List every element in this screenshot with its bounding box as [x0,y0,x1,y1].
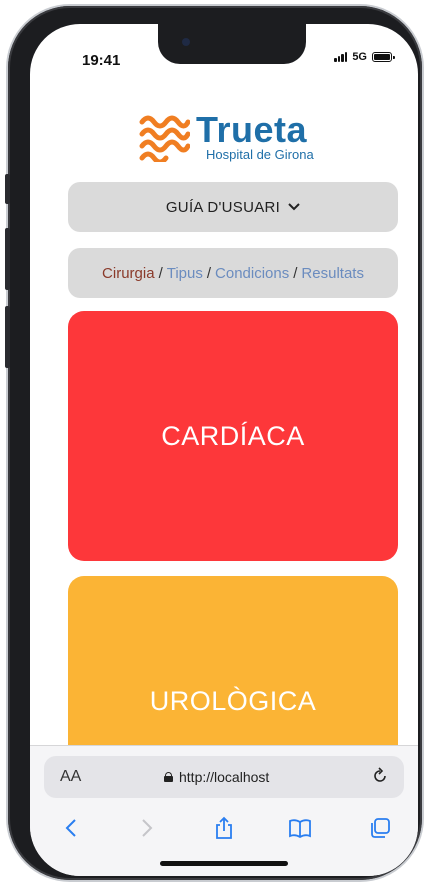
user-guide-label: GUÍA D'USUARI [165,198,281,216]
home-indicator[interactable] [160,861,288,866]
phone-frame: 19:41 5G Trueta Hospital de Girona GUÍA … [5,6,422,880]
text-size-label: AA [60,768,82,785]
forward-icon[interactable] [134,816,158,840]
card-cardiaca-label: CARDÍACA [161,420,305,451]
address-bar[interactable]: AA http://localhost [44,756,404,798]
hospital-logo: Trueta Hospital de Girona [138,112,314,162]
user-guide-button[interactable]: GUÍA D'USUARI [68,182,398,232]
card-cardiaca[interactable]: CARDÍACA [68,311,398,561]
breadcrumb-resultats[interactable]: Resultats [301,265,364,282]
breadcrumb-separator: / [293,264,298,282]
camera [182,38,190,46]
share-icon[interactable] [212,816,236,840]
status-icons: 5G [334,51,395,63]
battery-icon [372,52,395,62]
back-icon[interactable] [60,816,84,840]
wave-logo-icon [139,115,190,162]
logo-name: Trueta [196,109,308,150]
breadcrumb-separator: / [206,264,212,282]
breadcrumb-tipus[interactable]: Tipus [167,265,203,282]
chevron-down-icon [288,203,300,211]
url-display[interactable]: http://localhost [164,769,269,785]
breadcrumb: Cirurgia / Tipus / Condicions / Resultat… [68,248,398,298]
signal-icon [334,52,348,62]
url-text: http://localhost [179,769,270,785]
screen: 19:41 5G Trueta Hospital de Girona GUÍA … [30,24,418,876]
browser-toolbar [30,808,418,848]
status-time: 19:41 [82,52,121,69]
volume-up-button [5,228,10,290]
card-urologica-label: UROLÒGICA [149,686,317,716]
tabs-icon[interactable] [368,816,392,840]
network-label: 5G [352,51,367,63]
breadcrumb-condicions[interactable]: Condicions [215,265,289,282]
notch [158,24,306,64]
lock-icon [164,772,173,782]
text-size-button[interactable]: AA [60,768,81,786]
reload-icon[interactable] [370,766,390,786]
breadcrumb-separator: / [158,264,163,282]
mute-switch [5,174,10,204]
bookmarks-icon[interactable] [288,816,312,840]
breadcrumb-cirurgia[interactable]: Cirurgia [102,265,155,282]
volume-down-button [5,306,10,368]
browser-bar: AA http://localhost [30,745,418,876]
logo-subtitle: Hospital de Girona [206,147,314,162]
